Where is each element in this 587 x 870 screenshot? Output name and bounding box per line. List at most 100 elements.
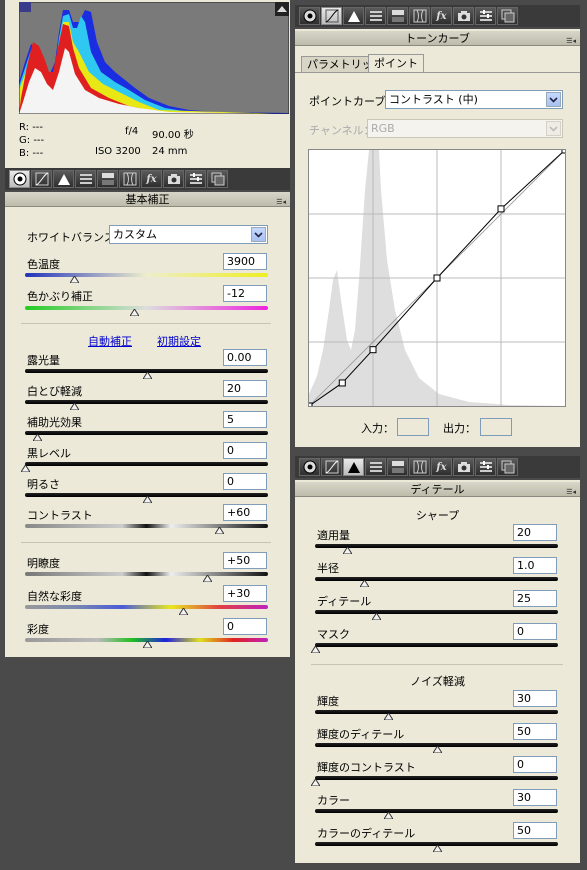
- nr-luminance-detail-thumb[interactable]: [432, 746, 442, 753]
- nr-color-detail-thumb[interactable]: [432, 845, 442, 852]
- fill-light-input[interactable]: 5: [223, 411, 267, 428]
- sharpen-mask-track[interactable]: [315, 643, 558, 647]
- split-toning-icon[interactable]: [97, 170, 118, 188]
- presets-icon[interactable]: [185, 170, 206, 188]
- tab-point[interactable]: ポイント: [368, 54, 424, 72]
- clarity-slider-track[interactable]: [25, 572, 268, 576]
- detail-icon[interactable]: [53, 170, 74, 188]
- curve-graph[interactable]: [305, 146, 569, 410]
- sharpen-mask-thumb[interactable]: [311, 646, 320, 653]
- exposure-input[interactable]: 0.00: [223, 349, 267, 366]
- recovery-slider-track[interactable]: [25, 400, 268, 404]
- snapshots-icon[interactable]: [497, 458, 518, 476]
- tint-input[interactable]: -12: [223, 285, 267, 302]
- curve-control-point[interactable]: [497, 205, 505, 213]
- nr-luminance-contrast-track[interactable]: [315, 776, 558, 780]
- nr-color-detail-input[interactable]: 50: [513, 822, 557, 839]
- exposure-slider-thumb[interactable]: [142, 372, 152, 379]
- saturation-input[interactable]: 0: [223, 618, 267, 635]
- split-toning-icon[interactable]: [387, 7, 408, 25]
- nr-color-input[interactable]: 30: [513, 789, 557, 806]
- curve-chart[interactable]: [305, 146, 569, 410]
- blacks-slider-thumb[interactable]: [21, 465, 30, 472]
- detail-icon[interactable]: [343, 7, 364, 25]
- panel-menu-icon[interactable]: ☰◂: [566, 485, 576, 500]
- curve-control-point[interactable]: [338, 379, 346, 387]
- sharpen-radius-thumb[interactable]: [359, 580, 369, 587]
- nr-luminance-thumb[interactable]: [383, 713, 393, 720]
- recovery-input[interactable]: 20: [223, 380, 267, 397]
- vibrance-slider-track[interactable]: [25, 605, 268, 609]
- sharpen-mask-input[interactable]: 0: [513, 623, 557, 640]
- detail-icon[interactable]: [343, 458, 364, 476]
- tone-curve-icon[interactable]: [321, 7, 342, 25]
- output-field[interactable]: [480, 418, 512, 436]
- shadow-clipping-icon[interactable]: [19, 2, 31, 12]
- default-link[interactable]: 初期設定: [157, 333, 201, 349]
- panel-menu-icon[interactable]: ☰◂: [276, 195, 286, 210]
- sharpen-detail-track[interactable]: [315, 610, 558, 614]
- fill-light-slider-thumb[interactable]: [33, 434, 43, 441]
- sharpen-amount-thumb[interactable]: [342, 547, 352, 554]
- sharpen-radius-input[interactable]: 1.0: [513, 557, 557, 574]
- curve-control-point[interactable]: [369, 346, 377, 354]
- clarity-slider-thumb[interactable]: [203, 575, 213, 582]
- sharpen-detail-thumb[interactable]: [371, 613, 381, 620]
- curve-control-point[interactable]: [433, 274, 441, 282]
- camera-icon[interactable]: [163, 170, 184, 188]
- tint-slider-thumb[interactable]: [130, 309, 140, 316]
- saturation-slider-thumb[interactable]: [142, 641, 152, 648]
- aperture-icon[interactable]: [299, 7, 320, 25]
- nr-luminance-contrast-thumb[interactable]: [311, 779, 320, 786]
- tone-curve-icon[interactable]: [321, 458, 342, 476]
- nr-luminance-input[interactable]: 30: [513, 690, 557, 707]
- curve-control-point[interactable]: [305, 402, 313, 410]
- camera-icon[interactable]: [453, 7, 474, 25]
- fx-icon[interactable]: fx: [431, 7, 452, 25]
- lens-icon[interactable]: [409, 458, 430, 476]
- presets-icon[interactable]: [475, 7, 496, 25]
- tone-curve-icon[interactable]: [31, 170, 52, 188]
- snapshots-icon[interactable]: [207, 170, 228, 188]
- contrast-input[interactable]: +60: [223, 504, 267, 521]
- aperture-icon[interactable]: [299, 458, 320, 476]
- temperature-input[interactable]: 3900: [223, 253, 267, 270]
- blacks-slider-track[interactable]: [25, 462, 268, 466]
- aperture-icon[interactable]: [9, 170, 30, 188]
- lens-icon[interactable]: [409, 7, 430, 25]
- sharpen-radius-track[interactable]: [315, 577, 558, 581]
- vibrance-input[interactable]: +30: [223, 585, 267, 602]
- contrast-slider-thumb[interactable]: [215, 527, 225, 534]
- input-field[interactable]: [397, 418, 429, 436]
- fx-icon[interactable]: fx: [431, 458, 452, 476]
- vibrance-slider-thumb[interactable]: [178, 608, 188, 615]
- temperature-slider-track[interactable]: [25, 273, 268, 277]
- fx-icon[interactable]: fx: [141, 170, 162, 188]
- contrast-slider-track[interactable]: [25, 524, 268, 528]
- tint-slider-track[interactable]: [25, 306, 268, 310]
- lens-icon[interactable]: [119, 170, 140, 188]
- sharpen-detail-input[interactable]: 25: [513, 590, 557, 607]
- temperature-slider-thumb[interactable]: [69, 276, 79, 283]
- brightness-slider-thumb[interactable]: [142, 496, 152, 503]
- presets-icon[interactable]: [475, 458, 496, 476]
- nr-luminance-contrast-input[interactable]: 0: [513, 756, 557, 773]
- panel-menu-icon[interactable]: ☰◂: [566, 34, 576, 49]
- clarity-input[interactable]: +50: [223, 552, 267, 569]
- nr-luminance-track[interactable]: [315, 710, 558, 714]
- split-toning-icon[interactable]: [387, 458, 408, 476]
- blacks-input[interactable]: 0: [223, 442, 267, 459]
- nr-color-thumb[interactable]: [383, 812, 393, 819]
- curve-control-point[interactable]: [561, 146, 569, 154]
- auto-link[interactable]: 自動補正: [88, 333, 132, 349]
- camera-icon[interactable]: [453, 458, 474, 476]
- nr-color-track[interactable]: [315, 809, 558, 813]
- snapshots-icon[interactable]: [497, 7, 518, 25]
- hsl-icon[interactable]: [365, 7, 386, 25]
- hsl-icon[interactable]: [75, 170, 96, 188]
- nr-luminance-detail-input[interactable]: 50: [513, 723, 557, 740]
- white-balance-select[interactable]: カスタム: [109, 225, 268, 244]
- sharpen-amount-input[interactable]: 20: [513, 524, 557, 541]
- recovery-slider-thumb[interactable]: [69, 403, 79, 410]
- fill-light-slider-track[interactable]: [25, 431, 268, 435]
